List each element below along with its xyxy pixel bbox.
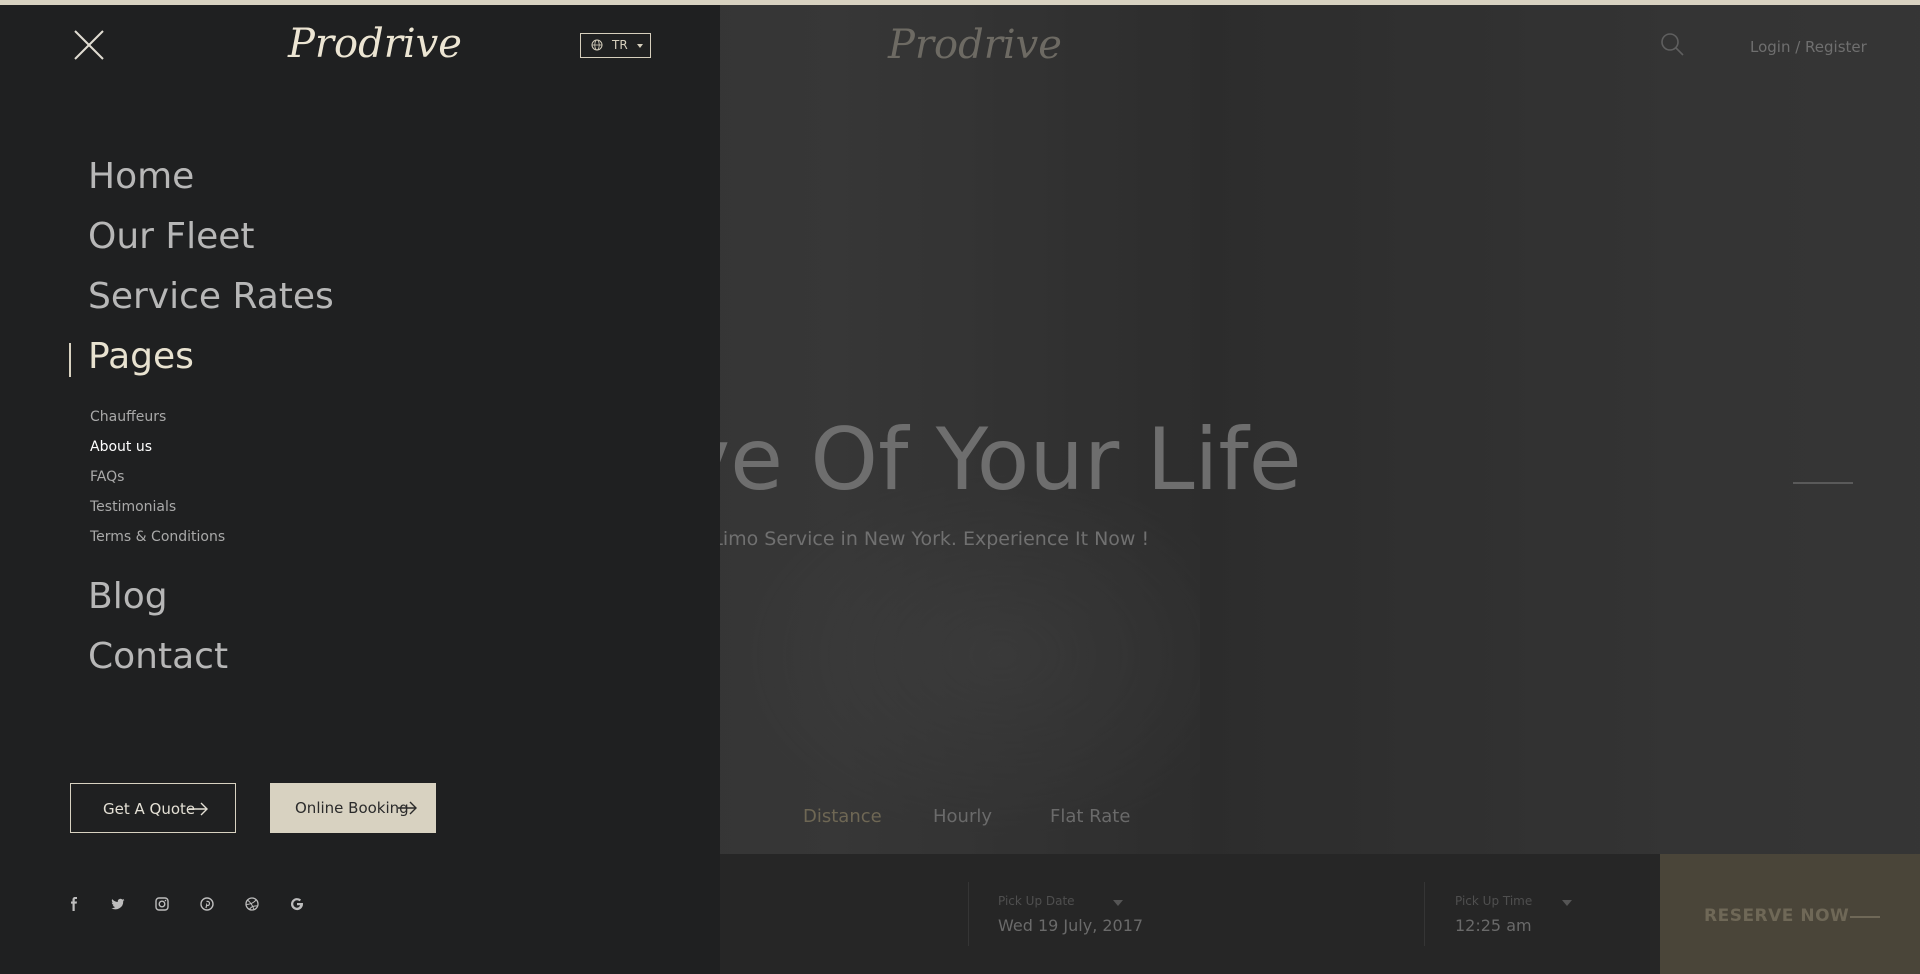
chevron-down-icon — [637, 44, 643, 48]
tab-flat-rate[interactable]: Flat Rate — [1050, 806, 1130, 827]
language-selector[interactable]: TR — [580, 33, 651, 58]
pickup-date-value: Wed 19 July, 2017 — [998, 916, 1144, 935]
get-a-quote-label: Get A Quote — [103, 800, 196, 818]
dribbble-icon[interactable] — [245, 897, 259, 911]
arrow-right-icon — [1850, 916, 1880, 918]
field-divider — [1424, 882, 1425, 946]
online-booking-label: Online Booking — [295, 799, 409, 817]
arrow-right-icon — [398, 801, 417, 815]
facebook-icon[interactable] — [67, 897, 81, 911]
google-icon[interactable] — [290, 897, 304, 911]
pickup-time-value: 12:25 am — [1455, 916, 1532, 935]
submenu-terms-conditions[interactable]: Terms & Conditions — [90, 529, 225, 545]
get-a-quote-button[interactable]: Get A Quote — [70, 783, 236, 833]
hero-title-text: rive Of Your Life — [720, 410, 1302, 510]
globe-icon — [591, 39, 603, 51]
close-icon[interactable] — [74, 30, 104, 60]
brand-logo[interactable]: Prodrive — [288, 21, 462, 67]
language-code: TR — [612, 38, 628, 52]
tab-hourly[interactable]: Hourly — [933, 806, 992, 827]
top-accent-line — [0, 0, 1920, 5]
pinterest-icon[interactable] — [200, 897, 214, 911]
arrow-right-icon — [189, 802, 208, 816]
nav-pages[interactable]: Pages — [88, 335, 194, 379]
submenu-testimonials[interactable]: Testimonials — [90, 499, 176, 515]
hero-subtitle-text: ering the Best Limo Service in New York.… — [720, 528, 1150, 550]
chevron-down-icon[interactable] — [1562, 900, 1572, 906]
reserve-now-label: RESERVE NOW — [1704, 906, 1850, 926]
submenu-faqs[interactable]: FAQs — [90, 469, 124, 485]
pickup-time-field[interactable]: Pick Up Time 12:25 am — [1455, 894, 1532, 935]
active-indicator — [69, 343, 71, 377]
hero-title: rive Of Your Life — [720, 410, 1920, 510]
instagram-icon[interactable] — [155, 897, 169, 911]
hero-logo: Prodrive — [888, 22, 1062, 68]
tab-distance[interactable]: Distance — [803, 806, 882, 827]
search-icon[interactable] — [1660, 32, 1684, 56]
online-booking-button[interactable]: Online Booking — [270, 783, 436, 833]
booking-bar: Pick Up Date Wed 19 July, 2017 Pick Up T… — [720, 854, 1660, 974]
submenu-chauffeurs[interactable]: Chauffeurs — [90, 409, 166, 425]
twitter-icon[interactable] — [111, 897, 125, 911]
nav-our-fleet[interactable]: Our Fleet — [88, 215, 255, 259]
field-divider — [968, 882, 969, 946]
login-register-link[interactable]: Login / Register — [1750, 38, 1867, 56]
side-menu: Prodrive TR Home Our Fleet Service Rates… — [0, 5, 720, 974]
nav-service-rates[interactable]: Service Rates — [88, 275, 334, 319]
slider-next-arrow[interactable] — [1793, 482, 1853, 484]
pickup-time-label: Pick Up Time — [1455, 894, 1533, 908]
nav-home[interactable]: Home — [88, 155, 194, 199]
hero-subtitle: ering the Best Limo Service in New York.… — [720, 528, 1920, 558]
submenu-about-us[interactable]: About us — [90, 439, 152, 455]
nav-contact[interactable]: Contact — [88, 635, 228, 679]
nav-blog[interactable]: Blog — [88, 575, 168, 619]
reserve-now-button[interactable]: RESERVE NOW — [1660, 854, 1920, 974]
chevron-down-icon[interactable] — [1113, 900, 1123, 906]
